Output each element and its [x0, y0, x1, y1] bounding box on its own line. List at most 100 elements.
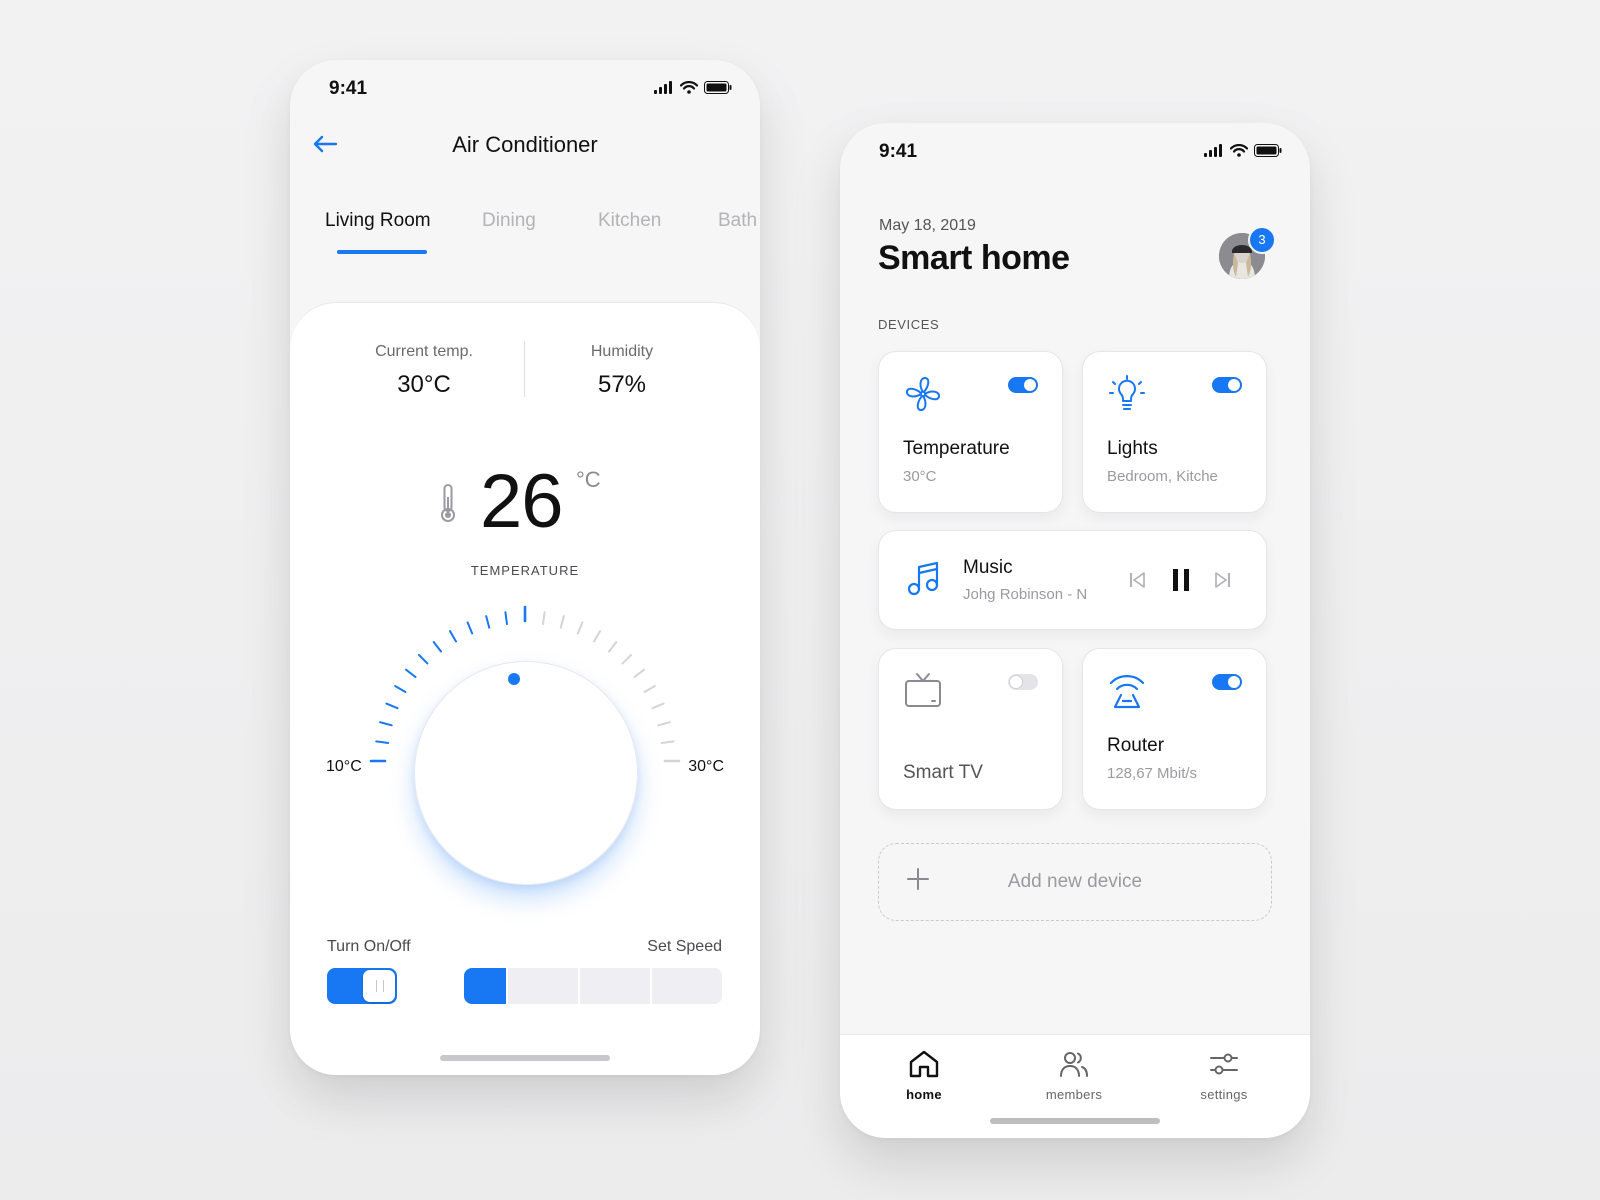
dial-tick — [404, 668, 417, 678]
previous-track-icon[interactable] — [1129, 572, 1145, 588]
page-title: Air Conditioner — [452, 132, 598, 157]
dial-tick — [485, 615, 491, 629]
nav-settings[interactable]: settings — [1174, 1049, 1274, 1102]
device-name: Router — [1107, 735, 1165, 756]
dial-tick — [375, 740, 390, 744]
dial-tick — [385, 702, 399, 710]
nav-label: home — [906, 1087, 942, 1102]
nav-label: settings — [1200, 1087, 1248, 1102]
dial-tick — [608, 640, 618, 653]
device-card-router[interactable]: Router 128,67 Mbit/s — [1082, 648, 1267, 810]
status-time: 9:41 — [879, 141, 918, 162]
smart-home-screen: 9:41 May 18, 2019 Smart home 3 DEVICES T… — [840, 123, 1310, 1138]
power-toggle-thumb — [363, 970, 395, 1002]
wifi-icon — [680, 81, 698, 94]
add-device-label: Add new device — [1007, 871, 1143, 892]
router-toggle[interactable] — [1212, 674, 1242, 690]
smart-tv-toggle[interactable] — [1008, 674, 1038, 690]
nav-members[interactable]: members — [1024, 1049, 1124, 1102]
nav-home[interactable]: home — [874, 1049, 974, 1102]
dial-tick — [394, 685, 407, 693]
dial-tick — [576, 621, 584, 635]
thermometer-icon — [441, 484, 455, 522]
dial-tick — [542, 611, 546, 626]
device-card-temperature[interactable]: Temperature 30°C — [878, 351, 1063, 513]
dial-tick — [379, 721, 393, 727]
status-time: 9:41 — [329, 78, 368, 99]
status-icons — [654, 81, 732, 94]
speed-level-4[interactable] — [652, 968, 722, 1004]
room-tabs: Living Room Dining Kitchen Bath — [325, 210, 760, 250]
power-toggle[interactable] — [327, 968, 397, 1004]
temperature-caption: TEMPERATURE — [470, 563, 580, 578]
status-bar: 9:41 — [290, 60, 760, 116]
tab-kitchen[interactable]: Kitchen — [598, 210, 661, 232]
router-icon — [1109, 675, 1145, 709]
device-detail: Bedroom, Kitche — [1107, 468, 1218, 485]
music-note-icon — [907, 561, 939, 596]
add-device-button[interactable]: Add new device — [878, 843, 1272, 921]
signal-icon — [654, 81, 672, 94]
sliders-icon — [1210, 1053, 1238, 1075]
device-card-smart-tv[interactable]: Smart TV — [878, 648, 1063, 810]
device-name: Smart TV — [903, 762, 983, 783]
grip-icon — [376, 980, 384, 992]
wifi-icon — [1230, 144, 1248, 157]
battery-icon — [704, 81, 732, 94]
signal-icon — [1204, 144, 1222, 157]
home-icon — [909, 1050, 939, 1078]
set-temperature-display: 26 °C — [290, 453, 760, 553]
status-icons — [1204, 144, 1282, 157]
humidity-label: Humidity — [590, 343, 654, 360]
page-title: Smart home — [878, 239, 1070, 277]
dial-tick — [633, 668, 646, 678]
air-conditioner-screen: 9:41 Air Conditioner Living Room Dining … — [290, 60, 760, 1075]
temperature-knob[interactable] — [414, 661, 638, 885]
tab-dining[interactable]: Dining — [482, 210, 536, 232]
speed-label: Set Speed — [647, 938, 722, 955]
device-detail: 128,67 Mbit/s — [1107, 765, 1198, 782]
notification-badge: 3 — [1248, 226, 1276, 254]
speed-level-3[interactable] — [580, 968, 652, 1004]
humidity-stat: Humidity 57% — [522, 343, 722, 399]
device-name: Music — [963, 557, 1013, 578]
current-date: May 18, 2019 — [879, 217, 976, 234]
track-artist: Johg Robinson - N — [963, 586, 1088, 603]
dial-tick — [417, 653, 429, 665]
dial-tick — [466, 621, 474, 635]
dial-tick — [449, 630, 457, 643]
humidity-value: 57% — [597, 371, 647, 398]
set-temperature-value: 26 — [480, 459, 564, 544]
temperature-toggle[interactable] — [1008, 377, 1038, 393]
dial-tick — [643, 685, 656, 693]
set-temperature-unit: °C — [576, 467, 601, 492]
power-label: Turn On/Off — [327, 938, 411, 955]
tab-living-room[interactable]: Living Room — [325, 210, 431, 232]
device-name: Lights — [1107, 438, 1158, 459]
ac-control-panel: Current temp. 30°C Humidity 57% 26 °C TE… — [290, 303, 760, 1075]
active-tab-indicator — [337, 250, 427, 254]
dial-tick — [593, 630, 601, 643]
tab-bath[interactable]: Bath — [718, 210, 757, 232]
current-temp-value: 30°C — [397, 371, 451, 398]
speed-level-2[interactable] — [508, 968, 580, 1004]
lights-toggle[interactable] — [1212, 377, 1242, 393]
dial-tick — [651, 702, 665, 710]
members-icon — [1060, 1052, 1088, 1077]
next-track-icon[interactable] — [1215, 572, 1231, 588]
battery-icon — [1254, 144, 1282, 157]
dial-tick — [621, 653, 633, 665]
pause-icon[interactable] — [1171, 568, 1191, 592]
knob-indicator-dot — [508, 673, 520, 685]
device-card-lights[interactable]: Lights Bedroom, Kitche — [1082, 351, 1267, 513]
speed-level-1[interactable] — [464, 968, 508, 1004]
home-indicator — [440, 1055, 610, 1061]
fan-icon — [906, 377, 940, 411]
device-card-music[interactable]: Music Johg Robinson - N — [878, 530, 1267, 630]
dial-min-label: 10°C — [326, 758, 362, 775]
nav-label: members — [1045, 1087, 1103, 1102]
home-indicator — [990, 1118, 1160, 1124]
tv-icon — [905, 673, 941, 707]
dial-tick — [660, 740, 675, 744]
devices-section-label: DEVICES — [878, 317, 940, 332]
